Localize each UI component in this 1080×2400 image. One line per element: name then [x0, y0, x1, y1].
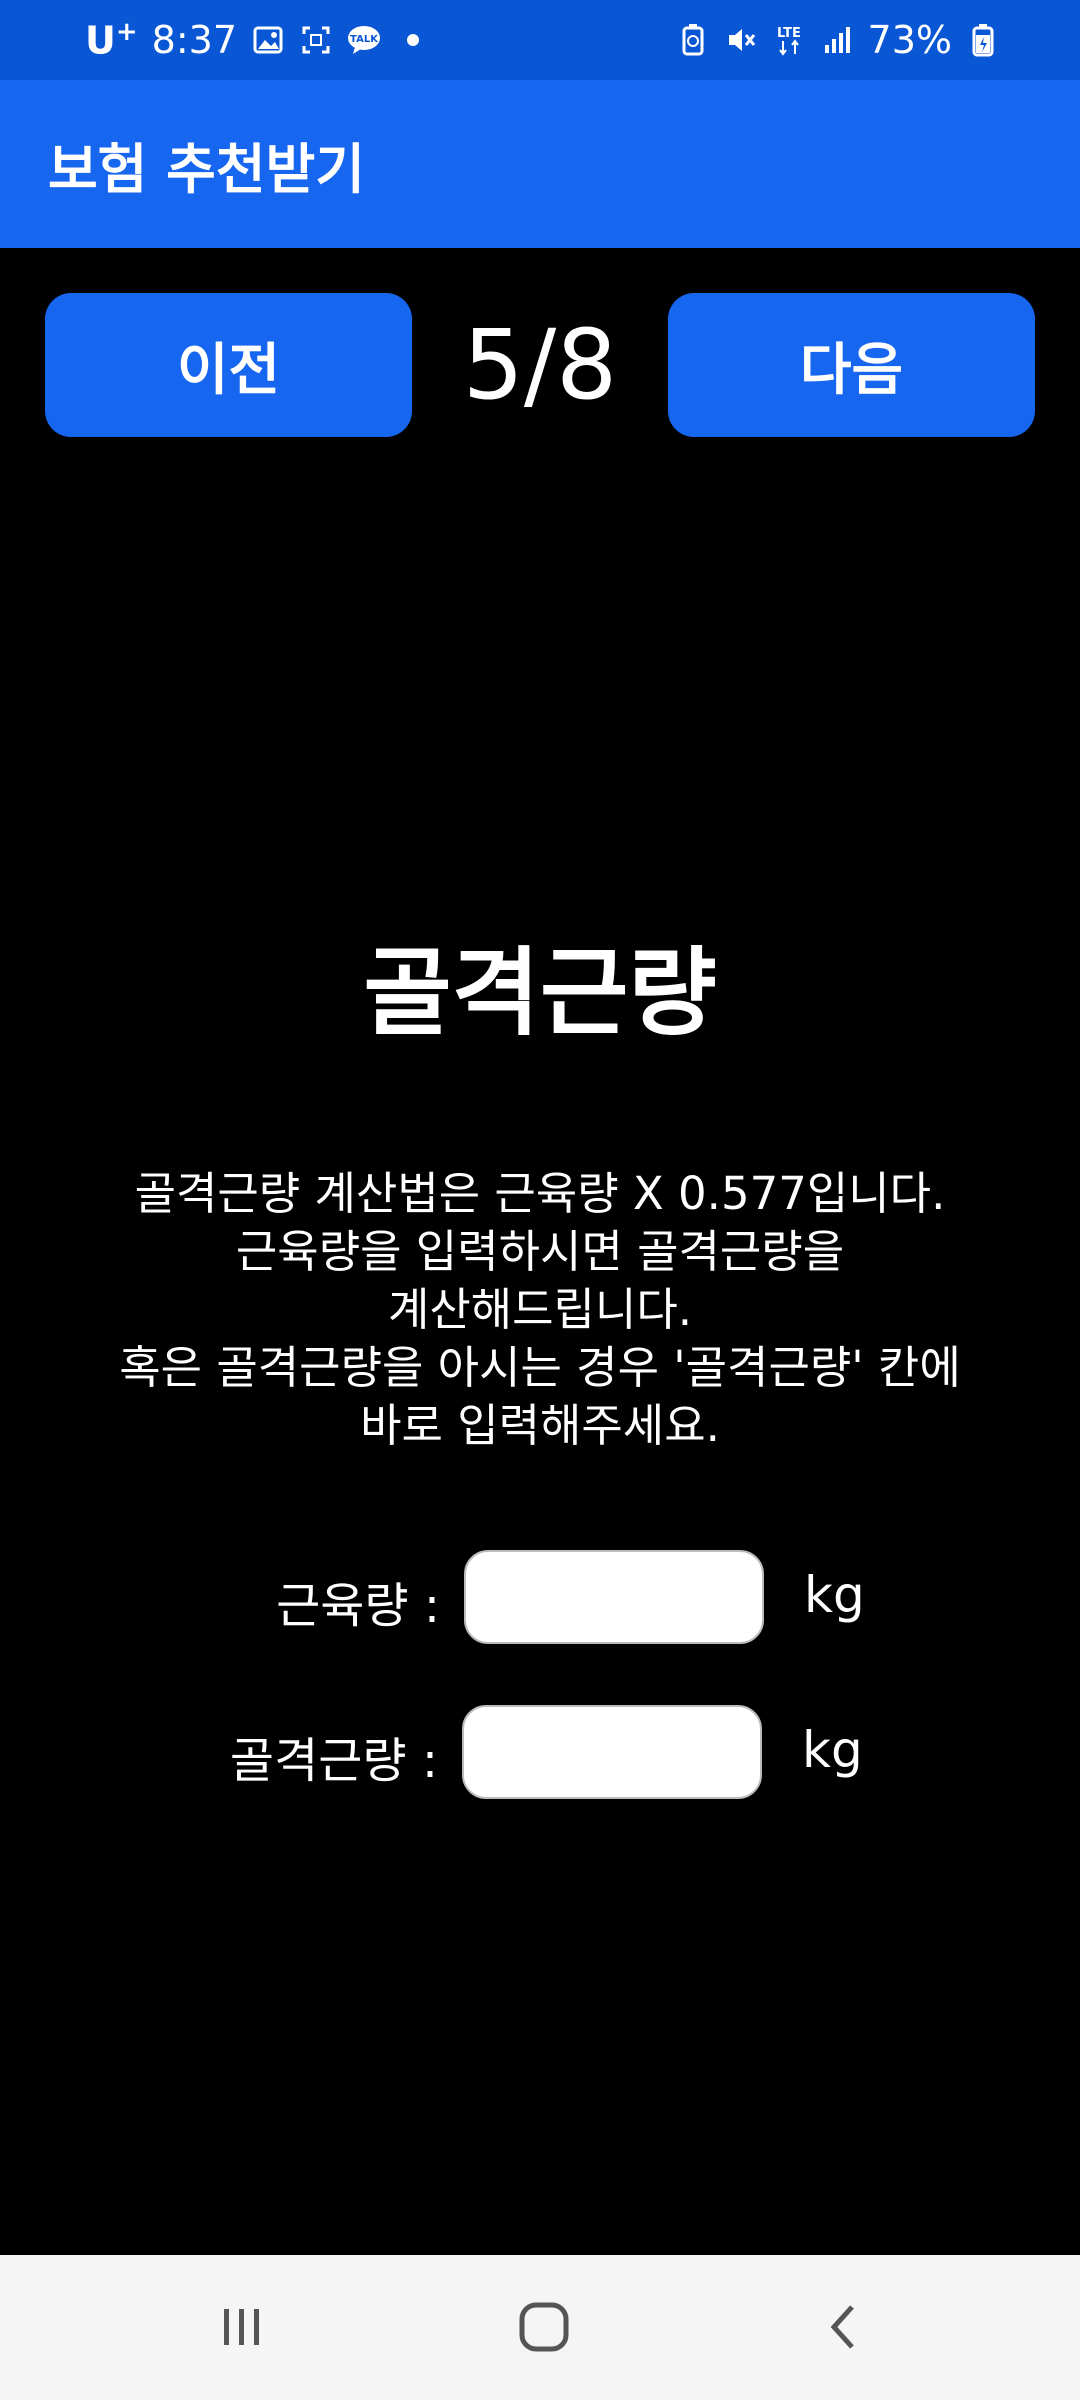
battery-icon	[966, 23, 1000, 57]
muscle-mass-unit: kg	[804, 1566, 865, 1624]
svg-text:LTE: LTE	[777, 26, 801, 41]
battery-saver-icon	[676, 23, 710, 57]
status-bar-right: LTE 73%	[676, 0, 1000, 80]
signal-icon	[820, 23, 854, 57]
muscle-mass-input[interactable]	[464, 1550, 764, 1644]
recents-icon[interactable]	[210, 2295, 274, 2359]
app-bar: 보험 추천받기	[0, 80, 1080, 248]
gallery-icon	[251, 23, 285, 57]
previous-button[interactable]: 이전	[45, 293, 412, 437]
status-bar-left: U+ 8:37 TALK	[85, 0, 419, 80]
app-title: 보험 추천받기	[48, 137, 365, 201]
step-counter: 5/8	[462, 309, 618, 421]
home-icon[interactable]	[512, 2295, 576, 2359]
muscle-mass-label: 근육량 :	[276, 1578, 440, 1634]
description-line: 바로 입력해주세요.	[360, 1399, 720, 1452]
lte-icon: LTE	[772, 23, 806, 57]
description: 골격근량 계산법은 근육량 X 0.577입니다. 근육량을 입력하시면 골격근…	[60, 1165, 1020, 1455]
skeletal-muscle-input[interactable]	[462, 1705, 762, 1799]
skeletal-muscle-unit: kg	[802, 1721, 863, 1779]
clock: 8:37	[151, 18, 237, 62]
back-icon[interactable]	[812, 2295, 876, 2359]
battery-percent: 73%	[867, 18, 952, 62]
screenshot-icon	[299, 23, 333, 57]
mute-icon	[724, 23, 758, 57]
svg-text:TALK: TALK	[350, 34, 379, 45]
skeletal-muscle-label: 골격근량 :	[229, 1733, 438, 1789]
notification-dot-icon	[407, 34, 419, 46]
description-line: 혹은 골격근량을 아시는 경우 '골격근량' 칸에	[119, 1341, 961, 1394]
carrier-label: U+	[85, 17, 138, 63]
section-title: 골격근량	[363, 937, 717, 1049]
system-nav-bar	[0, 2255, 1080, 2400]
status-bar: U+ 8:37 TALK LTE 73%	[0, 0, 1080, 80]
description-line: 골격근량 계산법은 근육량 X 0.577입니다.	[134, 1167, 946, 1220]
description-line: 근육량을 입력하시면 골격근량을	[235, 1225, 845, 1278]
description-line: 계산해드립니다.	[387, 1283, 693, 1336]
next-button[interactable]: 다음	[668, 293, 1035, 437]
kakaotalk-icon: TALK	[347, 23, 381, 57]
